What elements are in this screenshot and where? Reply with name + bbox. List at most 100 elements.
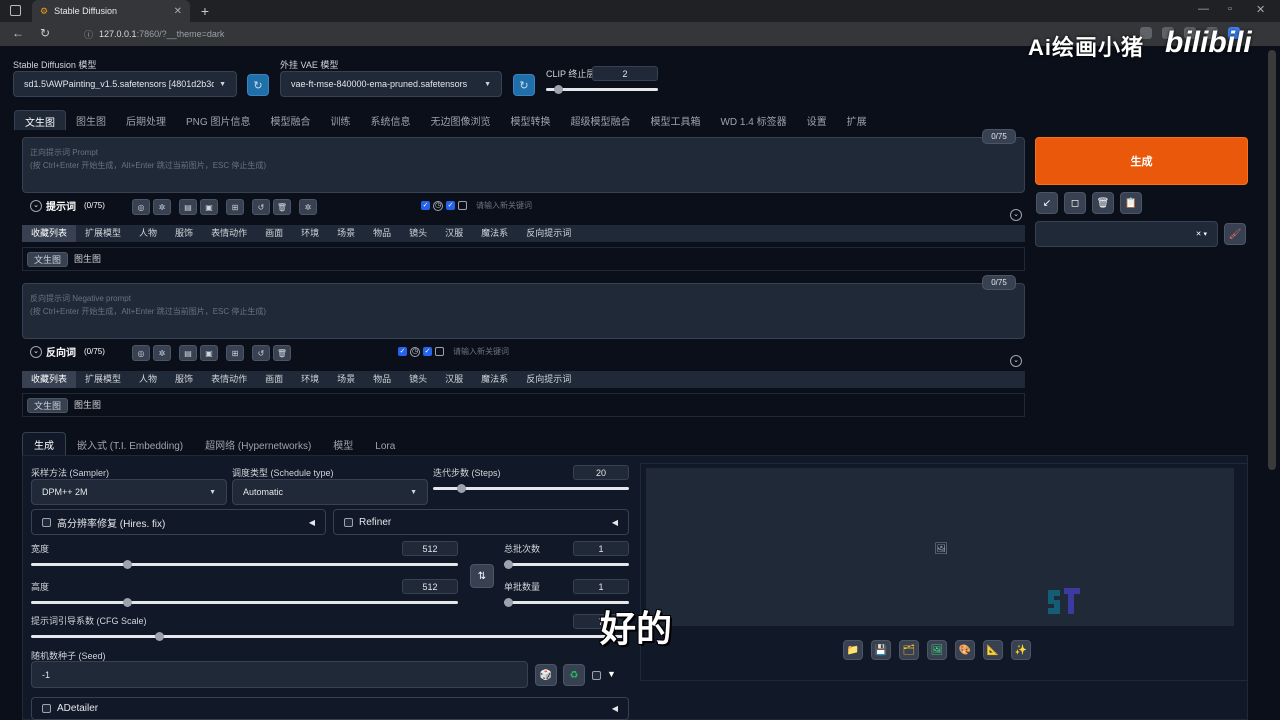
category-tab[interactable]: 场景	[328, 225, 364, 242]
globe-icon[interactable]: ◎	[132, 345, 150, 361]
clipboard-button[interactable]: 📋	[1120, 192, 1142, 214]
category-tab[interactable]: 收藏列表	[22, 225, 77, 242]
settings-icon[interactable]: ✲	[153, 199, 171, 215]
hires-fix-accordion[interactable]: 高分辨率修复 (Hires. fix) ◀	[31, 509, 326, 535]
subtab[interactable]: 图生图	[68, 398, 107, 413]
batch-count-value[interactable]: 1	[573, 541, 629, 556]
reuse-seed-button[interactable]: ♻	[563, 664, 585, 686]
height-value[interactable]: 512	[402, 579, 458, 594]
negative-keyword-input[interactable]: ✓ ◷ ✓ 请输入新关键词	[398, 346, 1018, 357]
seed-input[interactable]: -1	[31, 661, 528, 688]
slider-knob[interactable]	[457, 484, 466, 493]
undo-icon[interactable]: ↺	[252, 199, 270, 215]
checkbox-checked[interactable]: ✓	[446, 201, 455, 210]
send-to-img2img-icon[interactable]: 🖼	[927, 640, 947, 660]
new-tab-icon[interactable]: +	[196, 2, 214, 20]
steps-slider[interactable]	[433, 484, 629, 493]
apply-style-button[interactable]: ↙	[1036, 192, 1058, 214]
sparkle-icon[interactable]: ✨	[1011, 640, 1031, 660]
category-tab[interactable]: 场景	[328, 371, 364, 388]
paste-icon[interactable]: ▣	[200, 199, 218, 215]
tab-9[interactable]: 超级模型融合	[560, 110, 640, 130]
clip-value[interactable]: 2	[592, 66, 658, 81]
copy-icon[interactable]: ▤	[179, 199, 197, 215]
checkbox[interactable]	[458, 201, 467, 210]
width-slider[interactable]	[31, 560, 458, 569]
swap-dimensions-button[interactable]: ⇅	[470, 564, 494, 588]
category-tab[interactable]: 反向提示词	[517, 225, 580, 242]
refresh-vae-button[interactable]: ↻	[513, 74, 535, 96]
category-tab[interactable]: 服饰	[166, 371, 202, 388]
prompt-keyword-input[interactable]: ✓ ◷ ✓ 请输入新关键词	[421, 200, 1018, 211]
gen-tab-3[interactable]: 模型	[322, 433, 364, 456]
adetailer-accordion[interactable]: ADetailer ◀	[31, 697, 629, 720]
batch-count-slider[interactable]	[504, 560, 629, 569]
checkbox-checked[interactable]: ✓	[421, 201, 430, 210]
category-tab[interactable]: 魔法系	[472, 371, 517, 388]
tab-5[interactable]: 训练	[320, 110, 360, 130]
send-to-inpaint-icon[interactable]: 🎨	[955, 640, 975, 660]
refresh-model-button[interactable]: ↻	[247, 74, 269, 96]
category-tab[interactable]: 镜头	[400, 371, 436, 388]
prompt-textarea[interactable]: 正向提示词 Prompt (按 Ctrl+Enter 开始生成，Alt+Ente…	[22, 137, 1025, 193]
url-field[interactable]: ⓘ 127.0.0.1:7860/?__theme=dark	[84, 25, 724, 43]
clear-button[interactable]: ◻	[1064, 192, 1086, 214]
category-tab[interactable]: 扩展模型	[76, 225, 130, 242]
collapse-icon[interactable]: ⌄	[30, 345, 42, 358]
tab-6[interactable]: 系统信息	[360, 110, 420, 130]
model-dropdown[interactable]: sd1.5\AWPainting_v1.5.safetensors [4801d…	[13, 71, 237, 97]
category-tab[interactable]: 服饰	[166, 225, 202, 242]
schedule-dropdown[interactable]: Automatic ▼	[232, 479, 428, 505]
category-tab[interactable]: 魔法系	[472, 225, 517, 242]
style-dropdown[interactable]: ✕ ▾	[1035, 221, 1218, 247]
subtab[interactable]: 文生图	[27, 251, 69, 267]
trash-icon[interactable]: 🗑	[273, 199, 291, 215]
random-seed-button[interactable]: 🎲	[535, 664, 557, 686]
category-tab[interactable]: 人物	[130, 225, 166, 242]
category-tab[interactable]: 画面	[256, 225, 292, 242]
undo-icon[interactable]: ↺	[252, 345, 270, 361]
gear-icon[interactable]: ✲	[299, 199, 317, 215]
category-tab[interactable]: 画面	[256, 371, 292, 388]
copy-icon[interactable]: ▤	[179, 345, 197, 361]
gen-tab-4[interactable]: Lora	[364, 437, 406, 456]
checkbox[interactable]	[435, 347, 444, 356]
settings-icon[interactable]: ✲	[153, 345, 171, 361]
category-tab[interactable]: 表情动作	[202, 225, 256, 242]
checkbox-checked[interactable]: ✓	[423, 347, 432, 356]
slider-knob[interactable]	[504, 560, 513, 569]
category-tab[interactable]: 扩展模型	[76, 371, 130, 388]
slider-knob[interactable]	[155, 632, 164, 641]
tab-13[interactable]: 扩展	[837, 110, 877, 130]
tab-12[interactable]: 设置	[797, 110, 837, 130]
category-tab[interactable]: 人物	[130, 371, 166, 388]
trash-icon[interactable]: 🗑	[273, 345, 291, 361]
slider-knob[interactable]	[123, 560, 132, 569]
category-tab[interactable]: 环境	[292, 371, 328, 388]
clock-icon[interactable]: ◷	[410, 346, 420, 357]
refiner-checkbox[interactable]	[344, 517, 353, 527]
negative-section-title[interactable]: ⌄ 反向词	[30, 344, 76, 359]
clear-x-icon[interactable]: ✕ ▾	[1196, 230, 1207, 238]
category-tab[interactable]: 镜头	[400, 225, 436, 242]
expand-icon[interactable]: ⌄	[1010, 209, 1022, 221]
back-icon[interactable]: ←	[12, 26, 24, 40]
category-tab[interactable]: 物品	[364, 371, 400, 388]
edit-styles-button[interactable]: 🖌	[1224, 223, 1246, 245]
expand-icon[interactable]: ⌄	[1010, 355, 1022, 367]
category-tab[interactable]: 物品	[364, 225, 400, 242]
vae-dropdown[interactable]: vae-ft-mse-840000-ema-pruned.safetensors…	[280, 71, 502, 97]
reload-icon[interactable]: ↻	[40, 26, 50, 40]
gen-tab-2[interactable]: 超网络 (Hypernetworks)	[194, 433, 322, 456]
checkbox-checked[interactable]: ✓	[398, 347, 407, 356]
tab-10[interactable]: 模型工具箱	[640, 110, 710, 130]
cfg-slider[interactable]	[31, 632, 629, 641]
globe-icon[interactable]: ◎	[132, 199, 150, 215]
refiner-accordion[interactable]: Refiner ◀	[333, 509, 629, 535]
category-tab[interactable]: 汉服	[436, 371, 472, 388]
tab-0[interactable]: 文生图	[14, 110, 66, 130]
minimize-icon[interactable]: —	[1198, 3, 1209, 15]
close-tab-icon[interactable]: ✕	[174, 6, 182, 17]
history-icon[interactable]: ⊞	[226, 199, 244, 215]
batch-size-value[interactable]: 1	[573, 579, 629, 594]
